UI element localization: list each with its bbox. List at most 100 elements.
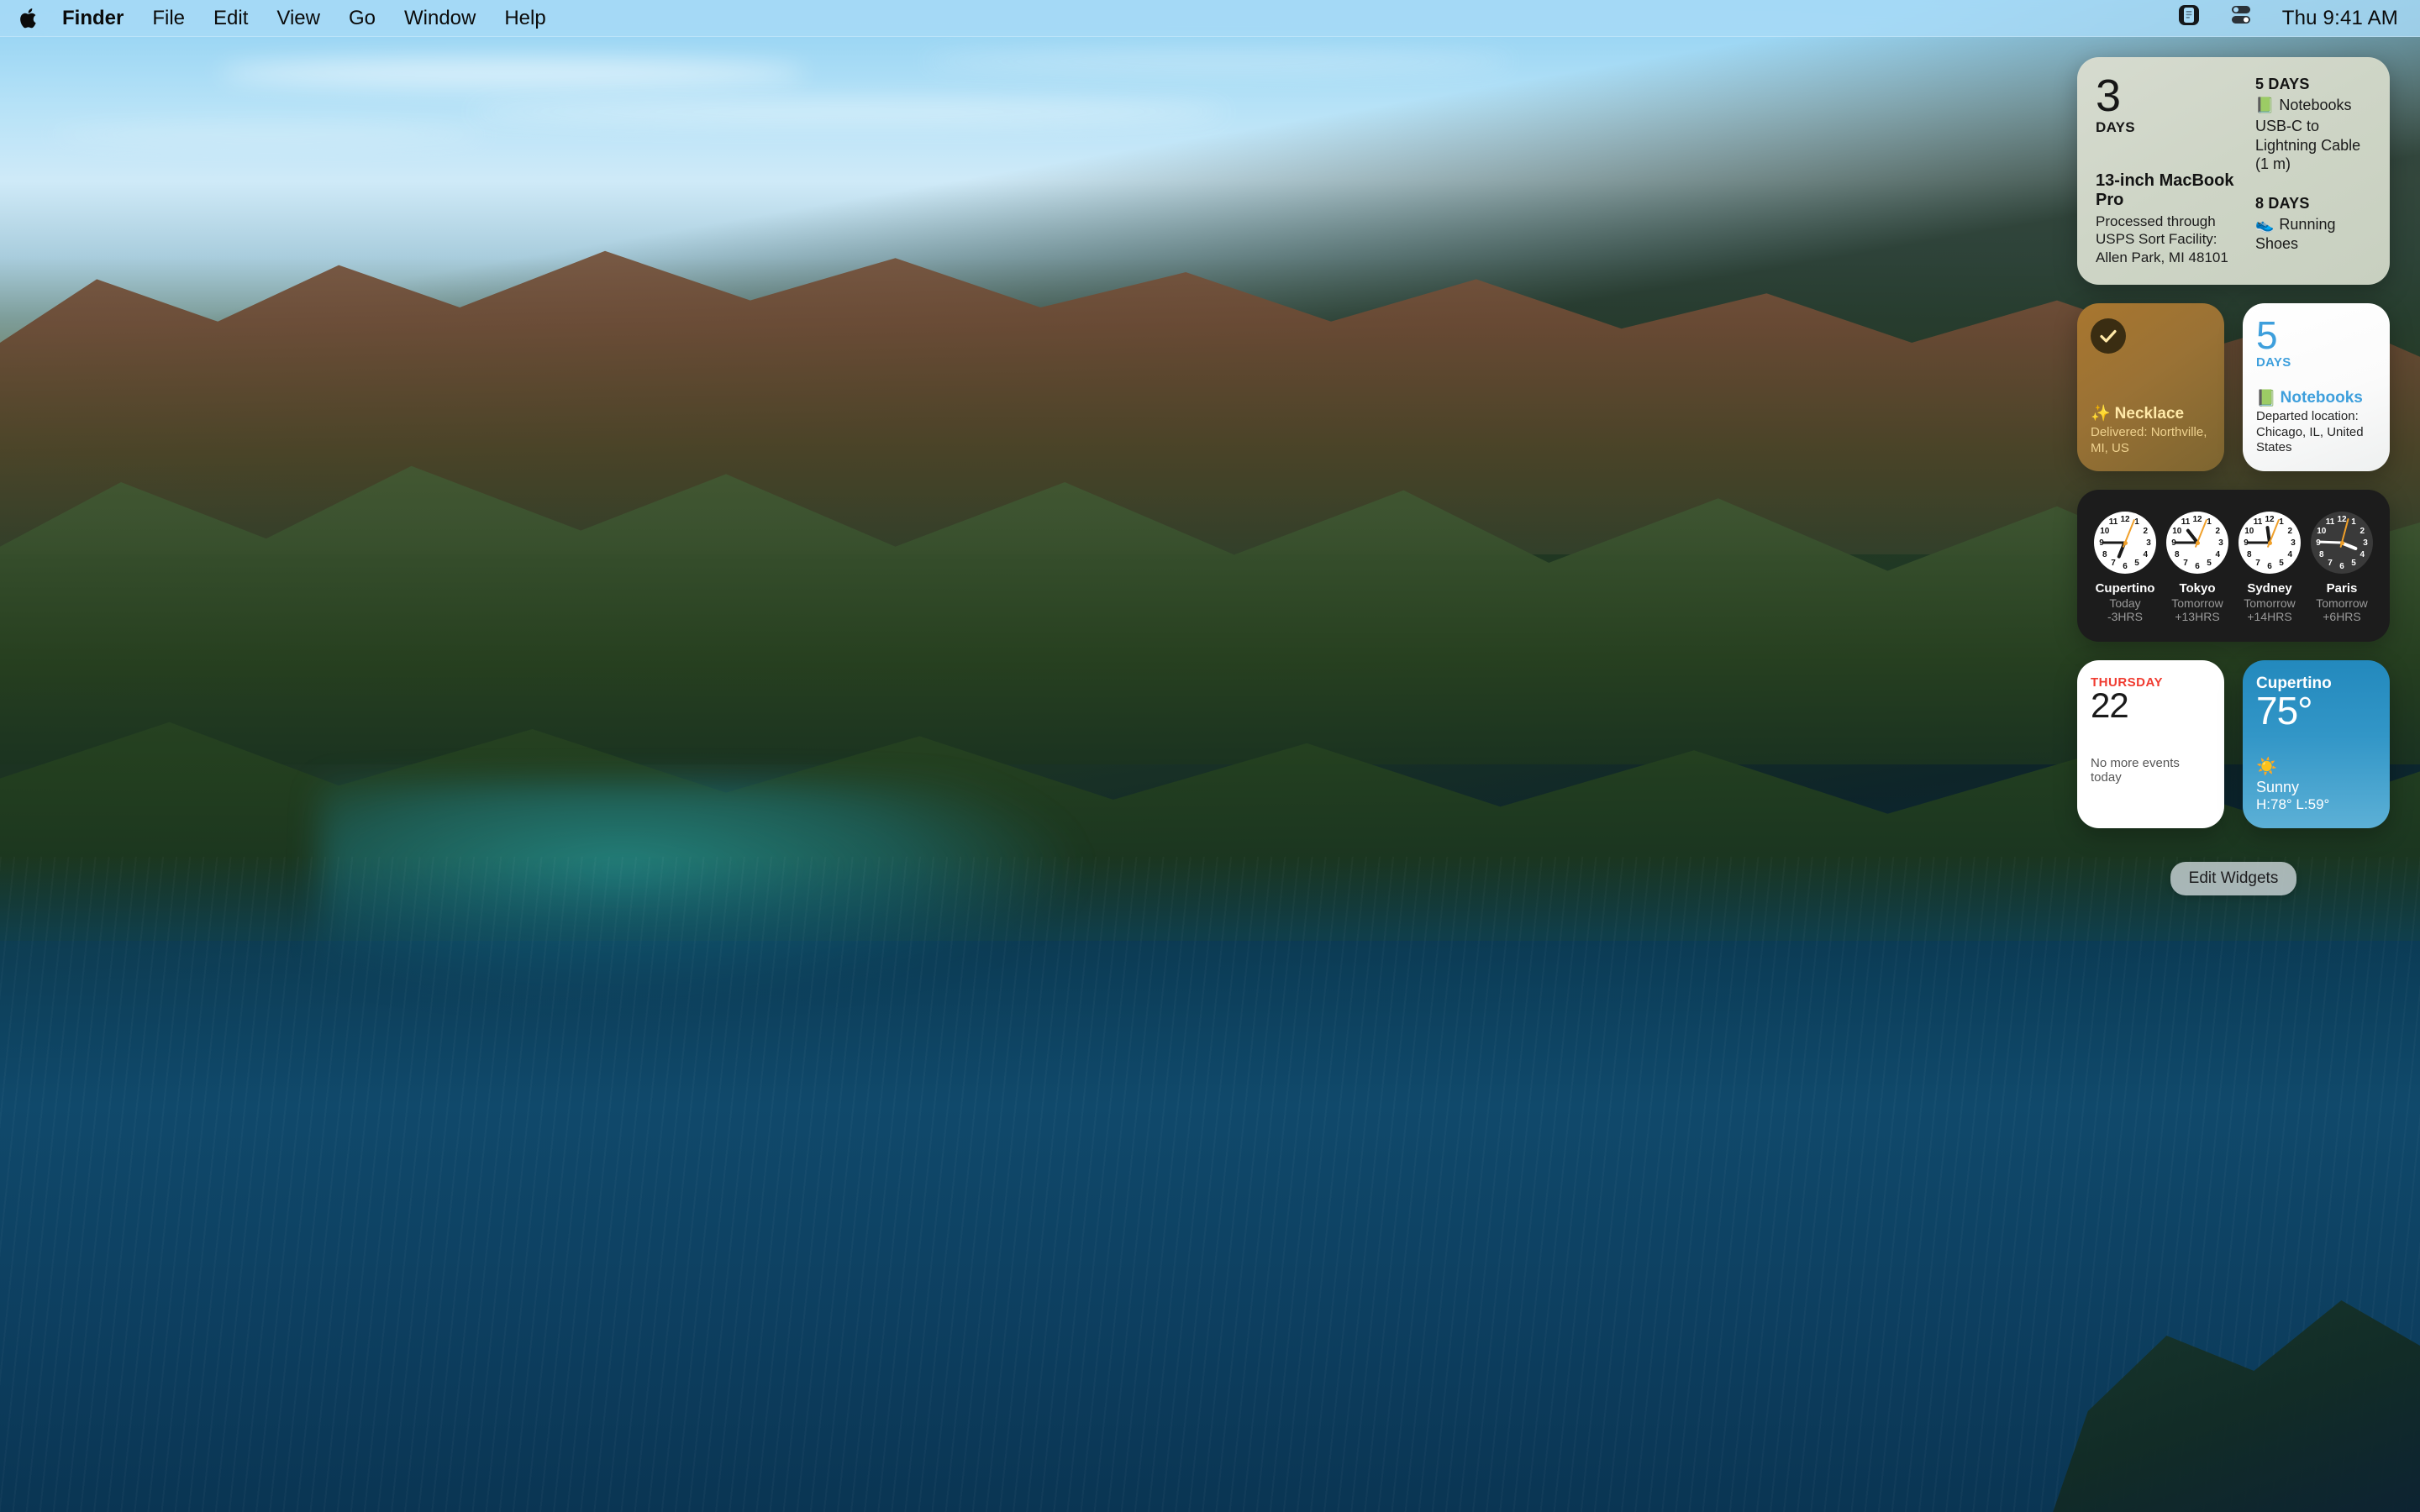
clock-pivot — [2195, 540, 2200, 545]
clock-hour-mark: 4 — [2360, 549, 2365, 559]
world-clock-cell[interactable]: 121234567891011TokyoTomorrow+13HRS — [2162, 512, 2233, 623]
notification-center-icon[interactable] — [2178, 3, 2200, 33]
clock-offset-label: +14HRS — [2247, 609, 2292, 623]
necklace-title-row: ✨ Necklace — [2091, 404, 2211, 423]
apple-menu-icon[interactable] — [18, 6, 40, 31]
notebooks-status: Departed location: Chicago, IL, United S… — [2256, 409, 2364, 455]
menu-item-window[interactable]: Window — [404, 7, 476, 30]
clock-hour-mark: 6 — [2339, 561, 2344, 571]
clock-face: 121234567891011 — [2094, 512, 2156, 575]
parcel-list-item[interactable]: 5 DAYS 📗 Notebooks USB-C to Lightning Cab… — [2255, 76, 2371, 173]
clock-offset-label: +13HRS — [2175, 609, 2220, 623]
clock-hour-mark: 8 — [2102, 549, 2107, 559]
notebooks-title: Notebooks — [2280, 389, 2363, 407]
world-clock-cell[interactable]: 121234567891011ParisTomorrow+6HRS — [2307, 512, 2377, 623]
widget-notebooks-delivery[interactable]: 5 DAYS 📗 Notebooks Departed location: Chi… — [2243, 303, 2390, 472]
clock-hour-mark: 5 — [2207, 558, 2212, 568]
clock-hour-mark: 2 — [2287, 526, 2293, 536]
necklace-text-block: ✨ Necklace Delivered: Northville, MI, US — [2091, 404, 2211, 456]
clock-day-label: Today — [2109, 596, 2141, 610]
world-clock-cell[interactable]: 121234567891011SydneyTomorrow+14HRS — [2234, 512, 2305, 623]
menu-item-file[interactable]: File — [152, 7, 185, 30]
parcel-name: Notebooks — [2279, 97, 2352, 113]
clock-hour-mark: 2 — [2360, 526, 2365, 536]
parcel-days-label: DAYS — [2096, 118, 2135, 135]
clock-hour-mark: 6 — [2195, 561, 2200, 571]
clock-hour-mark: 10 — [2100, 526, 2110, 536]
menu-item-help[interactable]: Help — [504, 7, 545, 30]
clock-hour-mark: 11 — [2253, 517, 2263, 528]
clock-hour-mark: 11 — [2325, 517, 2335, 528]
widget-world-clock[interactable]: 121234567891011CupertinoToday-3HRS121234… — [2077, 490, 2390, 643]
menu-item-view[interactable]: View — [276, 7, 320, 30]
clock-hour-mark: 8 — [2174, 549, 2180, 559]
control-center-icon[interactable] — [2228, 4, 2254, 32]
clock-hour-mark: 5 — [2134, 558, 2139, 568]
widget-necklace-delivery[interactable]: ✨ Necklace Delivered: Northville, MI, US — [2077, 303, 2224, 472]
clock-pivot — [2267, 540, 2272, 545]
clock-hour-mark: 3 — [2291, 538, 2296, 548]
menu-item-finder[interactable]: Finder — [62, 7, 124, 30]
running-shoe-emoji-icon: 👟 — [2255, 216, 2275, 234]
clock-day-label: Tomorrow — [2316, 596, 2368, 610]
clock-hour-mark: 12 — [2120, 514, 2130, 524]
clock-hour-mark: 10 — [2172, 526, 2182, 536]
weather-condition: Sunny — [2256, 778, 2300, 795]
cloud-wisp — [50, 126, 487, 143]
clock-city-label: Paris — [2326, 581, 2358, 596]
menu-bar-clock[interactable]: Thu 9:41 AM — [2282, 7, 2398, 30]
clock-pivot — [2339, 540, 2344, 545]
clock-city-label: Sydney — [2247, 581, 2292, 596]
clock-hour-mark: 6 — [2267, 561, 2272, 571]
desktop-wallpaper — [0, 0, 2420, 1512]
menu-item-go[interactable]: Go — [349, 7, 376, 30]
widget-row-calendar-weather: THURSDAY 22 No more events today Cuperti… — [2077, 660, 2390, 829]
clock-hour-mark: 2 — [2215, 526, 2221, 536]
widget-parcel-overview[interactable]: 3 DAYS 13-inch MacBook Pro Processed thr… — [2077, 57, 2390, 286]
clock-hour-mark: 3 — [2146, 538, 2151, 548]
clock-hour-mark: 4 — [2287, 549, 2293, 559]
parcel-primary-shipment: 3 DAYS 13-inch MacBook Pro Processed thr… — [2096, 71, 2244, 266]
world-clock-cell[interactable]: 121234567891011CupertinoToday-3HRS — [2090, 512, 2160, 623]
widget-weather[interactable]: Cupertino 75° ☀️ Sunny H:78° L:59° — [2243, 660, 2390, 829]
parcel-other-shipments: 5 DAYS 📗 Notebooks USB-C to Lightning Cab… — [2255, 76, 2371, 266]
clock-hour-mark: 2 — [2143, 526, 2149, 536]
notification-center-panel: 3 DAYS 13-inch MacBook Pro Processed thr… — [2067, 37, 2420, 1512]
clock-pivot — [2123, 540, 2128, 545]
weather-high-low: H:78° L:59° — [2256, 795, 2330, 812]
parcel-days-number: 3 — [2096, 71, 2121, 121]
clock-hour-mark: 11 — [2181, 517, 2191, 528]
calendar-empty-message: No more events today — [2091, 756, 2180, 785]
widget-calendar[interactable]: THURSDAY 22 No more events today — [2077, 660, 2224, 829]
necklace-status: Delivered: Northville, MI, US — [2091, 425, 2207, 455]
clock-hour-mark: 12 — [2265, 514, 2275, 524]
parcel-list-item[interactable]: 8 DAYS 👟 Running Shoes — [2255, 195, 2371, 253]
parcel-name-row: 👟 Running Shoes — [2255, 215, 2371, 253]
parcel-name-row: 📗 Notebooks — [2255, 96, 2371, 114]
sun-icon: ☀️ — [2256, 757, 2277, 776]
notebooks-text-block: 📗 Notebooks Departed location: Chicago, I… — [2256, 388, 2376, 456]
calendar-date-number: 22 — [2091, 685, 2129, 726]
clock-hour-mark: 5 — [2279, 558, 2284, 568]
clock-day-label: Tomorrow — [2244, 596, 2296, 610]
clock-hour-mark: 7 — [2183, 558, 2188, 568]
clock-day-label: Tomorrow — [2171, 596, 2223, 610]
notebooks-days-label: DAYS — [2256, 355, 2291, 370]
menu-bar-status-area: Thu 9:41 AM — [2178, 3, 2398, 33]
clock-city-label: Cupertino — [2095, 581, 2155, 596]
parcel-eta: 8 DAYS — [2255, 195, 2310, 213]
clock-hour-mark: 11 — [2108, 517, 2118, 528]
edit-widgets-button[interactable]: Edit Widgets — [2170, 862, 2297, 896]
parcel-item-title: 13-inch MacBook Pro — [2096, 171, 2234, 210]
clock-hour-mark: 10 — [2244, 526, 2254, 536]
notebooks-eta-block: 5 DAYS — [2256, 316, 2376, 370]
clock-face: 121234567891011 — [2311, 512, 2373, 575]
menu-item-edit[interactable]: Edit — [213, 7, 248, 30]
clock-hour-mark: 12 — [2192, 514, 2202, 524]
clock-minute-hand — [2174, 541, 2197, 544]
sparkles-emoji-icon: ✨ — [2091, 404, 2111, 423]
cloud-wisp — [471, 101, 1227, 123]
clock-hour-mark: 8 — [2318, 549, 2324, 559]
cloud-wisp — [924, 52, 1512, 71]
clock-hour-mark: 7 — [2255, 558, 2260, 568]
